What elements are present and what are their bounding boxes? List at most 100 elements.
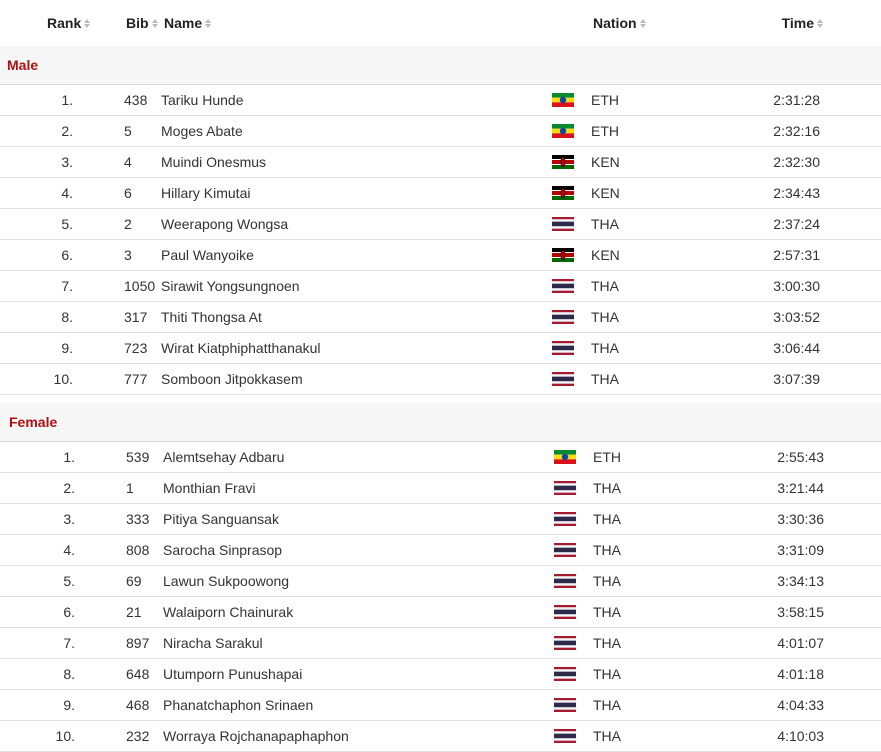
- flag-cell: [554, 729, 593, 743]
- table-row[interactable]: 2. 1 Monthian Fravi THA 3:21:44: [0, 473, 881, 504]
- time-cell: 2:32:16: [773, 123, 820, 139]
- table-row[interactable]: 7. 1050 Sirawit Yongsungnoen THA 3:00:30: [0, 271, 881, 302]
- rank-cell: 7.: [61, 278, 73, 294]
- tha-flag-icon: [552, 310, 574, 324]
- sort-bib-header[interactable]: Bib: [82, 15, 164, 31]
- tha-flag-icon: [552, 372, 574, 386]
- rank-cell: 6.: [63, 604, 75, 620]
- athlete-name[interactable]: Niracha Sarakul: [163, 635, 554, 651]
- athlete-name[interactable]: Weerapong Wongsa: [161, 216, 552, 232]
- athlete-name[interactable]: Worraya Rojchanapaphaphon: [163, 728, 554, 744]
- flag-cell: [554, 698, 593, 712]
- rank-cell: 3.: [63, 511, 75, 527]
- results-table: Rank Bib Name Nation Time Male 1. 438 Tarik…: [0, 0, 881, 752]
- table-row[interactable]: 9. 468 Phanatchaphon Srinaen THA 4:04:33: [0, 690, 881, 721]
- table-row[interactable]: 8. 317 Thiti Thongsa At THA 3:03:52: [0, 302, 881, 333]
- rank-cell: 1.: [61, 92, 73, 108]
- flag-cell: [554, 605, 593, 619]
- athlete-name[interactable]: Hillary Kimutai: [161, 185, 552, 201]
- sort-name-header[interactable]: Name: [164, 15, 593, 31]
- table-row[interactable]: 10. 777 Somboon Jitpokkasem THA 3:07:39: [0, 364, 881, 395]
- table-row[interactable]: 1. 438 Tariku Hunde ETH 2:31:28: [0, 85, 881, 116]
- athlete-name[interactable]: Walaiporn Chainurak: [163, 604, 554, 620]
- bib-cell: 317: [124, 309, 148, 325]
- rank-cell: 4.: [61, 185, 73, 201]
- table-row[interactable]: 5. 2 Weerapong Wongsa THA 2:37:24: [0, 209, 881, 240]
- athlete-name[interactable]: Tariku Hunde: [161, 92, 552, 108]
- table-row[interactable]: 5. 69 Lawun Sukpoowong THA 3:34:13: [0, 566, 881, 597]
- time-cell: 3:34:13: [777, 573, 824, 589]
- time-cell: 3:06:44: [773, 340, 820, 356]
- sort-nation-header[interactable]: Nation: [593, 15, 713, 31]
- nation-cell: ETH: [593, 449, 621, 465]
- bib-cell: 777: [124, 371, 148, 387]
- table-row[interactable]: 6. 21 Walaiporn Chainurak THA 3:58:15: [0, 597, 881, 628]
- bib-cell: 897: [126, 635, 150, 651]
- sort-time-header[interactable]: Time: [713, 15, 823, 31]
- bib-cell: 232: [126, 728, 150, 744]
- eth-flag-icon: [552, 124, 574, 138]
- table-row[interactable]: 2. 5 Moges Abate ETH 2:32:16: [0, 116, 881, 147]
- sort-arrows-icon: [817, 18, 823, 28]
- table-row[interactable]: 3. 333 Pitiya Sanguansak THA 3:30:36: [0, 504, 881, 535]
- athlete-name[interactable]: Phanatchaphon Srinaen: [163, 697, 554, 713]
- nation-cell: KEN: [591, 154, 620, 170]
- athlete-name[interactable]: Somboon Jitpokkasem: [161, 371, 552, 387]
- rank-cell: 9.: [63, 697, 75, 713]
- nation-cell: THA: [593, 666, 621, 682]
- tha-flag-icon: [554, 574, 576, 588]
- flag-cell: [554, 574, 593, 588]
- table-row[interactable]: 1. 539 Alemtsehay Adbaru ETH 2:55:43: [0, 442, 881, 473]
- athlete-name[interactable]: Wirat Kiatphiphatthanakul: [161, 340, 552, 356]
- table-row[interactable]: 9. 723 Wirat Kiatphiphatthanakul THA 3:06:44: [0, 333, 881, 364]
- result-group: Female 1. 539 Alemtsehay Adbaru ETH 2:55:43 2.…: [0, 403, 881, 752]
- table-row[interactable]: 3. 4 Muindi Onesmus KEN 2:32:30: [0, 147, 881, 178]
- bib-cell: 4: [124, 154, 132, 170]
- flag-cell: [554, 450, 593, 464]
- time-cell: 3:21:44: [777, 480, 824, 496]
- table-row[interactable]: 8. 648 Utumporn Punushapai THA 4:01:18: [0, 659, 881, 690]
- table-row[interactable]: 10. 232 Worraya Rojchanapaphaphon THA 4:10:0…: [0, 721, 881, 752]
- flag-cell: [552, 155, 591, 169]
- nation-cell: THA: [593, 573, 621, 589]
- table-header: Rank Bib Name Nation Time: [0, 0, 881, 46]
- athlete-name[interactable]: Lawun Sukpoowong: [163, 573, 554, 589]
- result-group: Male 1. 438 Tariku Hunde ETH 2:31:28 2. 5 Moges …: [0, 46, 881, 395]
- tha-flag-icon: [554, 512, 576, 526]
- athlete-name[interactable]: Sarocha Sinprasop: [163, 542, 554, 558]
- bib-cell: 539: [126, 449, 150, 465]
- time-cell: 2:57:31: [773, 247, 820, 263]
- bib-cell: 6: [124, 185, 132, 201]
- group-title: Male: [0, 46, 881, 85]
- sort-rank-header[interactable]: Rank: [0, 15, 91, 31]
- bib-cell: 21: [126, 604, 142, 620]
- athlete-name[interactable]: Utumporn Punushapai: [163, 666, 554, 682]
- table-row[interactable]: 7. 897 Niracha Sarakul THA 4:01:07: [0, 628, 881, 659]
- athlete-name[interactable]: Monthian Fravi: [163, 480, 554, 496]
- flag-cell: [554, 512, 593, 526]
- sort-arrows-icon: [205, 18, 212, 28]
- table-row[interactable]: 4. 6 Hillary Kimutai KEN 2:34:43: [0, 178, 881, 209]
- flag-cell: [552, 93, 591, 107]
- time-cell: 2:55:43: [777, 449, 824, 465]
- tha-flag-icon: [552, 217, 574, 231]
- rank-cell: 10.: [55, 728, 75, 744]
- nation-cell: THA: [591, 278, 619, 294]
- nation-cell: THA: [591, 371, 619, 387]
- athlete-name[interactable]: Pitiya Sanguansak: [163, 511, 554, 527]
- athlete-name[interactable]: Paul Wanyoike: [161, 247, 552, 263]
- eth-flag-icon: [552, 93, 574, 107]
- table-row[interactable]: 4. 808 Sarocha Sinprasop THA 3:31:09: [0, 535, 881, 566]
- table-row[interactable]: 6. 3 Paul Wanyoike KEN 2:57:31: [0, 240, 881, 271]
- bib-cell: 438: [124, 92, 148, 108]
- nation-cell: ETH: [591, 92, 619, 108]
- athlete-name[interactable]: Muindi Onesmus: [161, 154, 552, 170]
- athlete-name[interactable]: Sirawit Yongsungnoen: [161, 278, 552, 294]
- sort-arrows-icon: [151, 18, 158, 28]
- athlete-name[interactable]: Moges Abate: [161, 123, 552, 139]
- athlete-name[interactable]: Thiti Thongsa At: [161, 309, 552, 325]
- athlete-name[interactable]: Alemtsehay Adbaru: [163, 449, 554, 465]
- flag-cell: [552, 341, 591, 355]
- sort-arrows-icon: [639, 18, 646, 28]
- nation-cell: THA: [591, 216, 619, 232]
